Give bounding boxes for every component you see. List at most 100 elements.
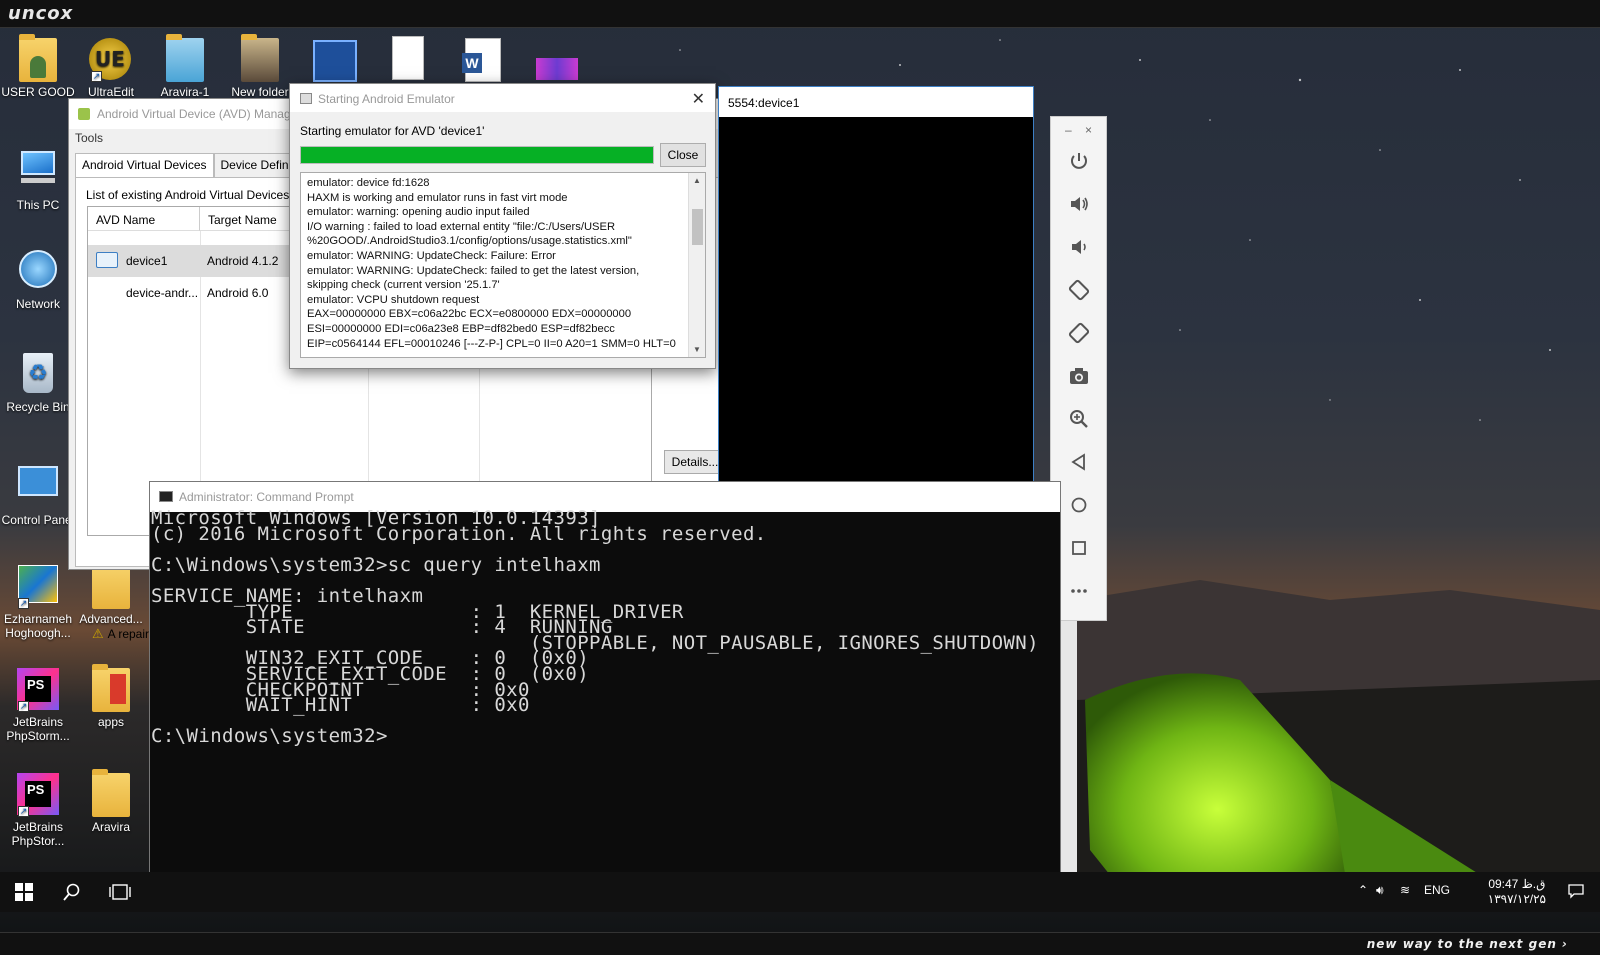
- desktop-icon-ultraedit[interactable]: UE ↗ UltraEdit: [73, 38, 149, 99]
- log-line: ESI=00000000 EDI=c06a23e8 EBP=df82bed0 E…: [307, 322, 615, 335]
- desktop-icon-apps[interactable]: apps: [73, 664, 149, 729]
- emulator-titlebar[interactable]: 5554:device1: [719, 87, 1033, 117]
- speaker-icon[interactable]: 🔊︎: [1376, 883, 1384, 898]
- log-line: emulator: VCPU shutdown request: [307, 293, 480, 306]
- log-line: EIP=c0564144 EFL=00010246 [---Z-P-] CPL=…: [307, 337, 676, 350]
- start-dialog-title: Starting Android Emulator: [318, 92, 455, 106]
- clock[interactable]: 09:47 ق.ظ ۱۳۹۷/۱۲/۲۵: [1488, 877, 1546, 907]
- volume-down-icon[interactable]: [1065, 233, 1093, 261]
- task-view-icon[interactable]: [96, 872, 144, 912]
- rotate-left-icon[interactable]: [1065, 276, 1093, 304]
- log-line: %20GOOD/.AndroidStudio3.1/config/options…: [307, 235, 632, 248]
- notification-icon[interactable]: [1568, 883, 1584, 902]
- command-prompt-window[interactable]: Administrator: Command Prompt Microsoft …: [149, 481, 1061, 911]
- language-indicator[interactable]: ENG: [1424, 883, 1450, 897]
- close-button[interactable]: Close: [660, 143, 706, 167]
- desktop-icon-new-folder[interactable]: New folder: [222, 34, 298, 99]
- back-icon[interactable]: [1065, 448, 1093, 476]
- desktop-icon-label: Aravira: [91, 820, 130, 834]
- more-icon[interactable]: [1065, 577, 1093, 605]
- log-line: EAX=00000000 EBX=c06a22bc ECX=e0800000 E…: [307, 308, 632, 321]
- clock-date: ۱۳۹۷/۱۲/۲۵: [1487, 892, 1546, 906]
- desktop-icon-film-app[interactable]: [313, 40, 357, 82]
- desktop-icon-app-bundle[interactable]: [536, 58, 578, 80]
- folder-icon: [89, 561, 133, 609]
- desktop-icon-label: USER GOOD: [1, 85, 75, 99]
- avd-title: Android Virtual Device (AVD) Manager: [97, 107, 302, 121]
- scroll-down-icon[interactable]: ▼: [693, 345, 701, 354]
- scroll-up-icon[interactable]: ▲: [693, 176, 701, 185]
- column-avd-name[interactable]: AVD Name: [88, 207, 200, 231]
- desktop-icon-aravira-1[interactable]: Aravira-1: [147, 34, 223, 99]
- desktop-icon-user-good[interactable]: USER GOOD: [0, 34, 76, 99]
- emulator-side-strip: [1061, 621, 1077, 911]
- desktop-icon-this-pc[interactable]: This PC: [0, 145, 76, 212]
- close-icon[interactable]: ×: [1085, 123, 1092, 137]
- log-line: skipping check (current version '25.1.7': [307, 279, 500, 292]
- cmd-line: (c) 2016 Microsoft Corporation. All righ…: [151, 522, 767, 545]
- close-icon[interactable]: ✕: [692, 89, 705, 109]
- chevron-up-icon[interactable]: ⌃: [1358, 883, 1368, 897]
- ultraedit-icon: UE ↗: [89, 38, 133, 82]
- log-scrollbar[interactable]: ▲ ▼: [688, 173, 705, 357]
- desktop-icon-advanced[interactable]: Advanced...: [73, 561, 149, 626]
- avd-name-cell: device-andr...: [126, 286, 199, 300]
- log-line: emulator: warning: opening audio input f…: [307, 206, 530, 219]
- cmd-line: C:\Windows\system32>: [151, 725, 388, 748]
- zoom-icon[interactable]: [1065, 405, 1093, 433]
- starting-emulator-dialog[interactable]: Starting Android Emulator ✕ Starting emu…: [289, 83, 716, 369]
- wifi-icon[interactable]: ≋: [1400, 883, 1410, 897]
- phpstorm-icon: PS ↗: [16, 668, 60, 712]
- log-line: emulator: WARNING: UpdateCheck: failed t…: [307, 264, 640, 277]
- cmd-output[interactable]: Microsoft Windows [Version 10.0.14393] (c…: [151, 509, 1059, 748]
- windows-start-icon[interactable]: [0, 872, 48, 912]
- details-button[interactable]: Details...: [664, 450, 726, 474]
- power-icon[interactable]: [1065, 147, 1093, 175]
- search-icon[interactable]: [48, 872, 96, 912]
- scroll-thumb[interactable]: [692, 209, 703, 245]
- overview-icon[interactable]: [1065, 534, 1093, 562]
- clock-time: 09:47 ق.ظ: [1488, 877, 1546, 891]
- desktop-icon-aravira[interactable]: Aravira: [73, 769, 149, 834]
- desktop-icon-label: Advanced...: [79, 612, 143, 626]
- log-line: emulator: device fd:1628: [307, 177, 430, 189]
- desktop-icon-label: Control Panel: [1, 513, 75, 527]
- home-icon[interactable]: [1065, 491, 1093, 519]
- desktop-icon-phpstorm-1[interactable]: PS ↗ JetBrains PhpStorm...: [0, 668, 76, 743]
- user-folder-icon: [16, 34, 60, 82]
- computer-icon: [16, 151, 60, 195]
- tab-android-virtual-devices[interactable]: Android Virtual Devices: [75, 153, 214, 177]
- control-panel-icon: [16, 466, 60, 510]
- desktop-icon-word-document[interactable]: W: [462, 38, 501, 82]
- folder-icon: [238, 34, 282, 82]
- brand-footer: new way to the next gen ›: [0, 932, 1600, 955]
- desktop-icon-label: JetBrains PhpStor...: [11, 820, 65, 848]
- minimize-icon[interactable]: –: [1065, 123, 1072, 137]
- desktop-icon-document[interactable]: [392, 36, 424, 80]
- window-icon: [300, 93, 312, 104]
- target-name-cell: Android 4.1.2: [207, 254, 279, 268]
- volume-up-icon[interactable]: [1065, 190, 1093, 218]
- camera-icon[interactable]: [1065, 362, 1093, 390]
- cmd-line: C:\Windows\system32>sc query intelhaxm: [151, 553, 601, 576]
- network-icon: [16, 250, 60, 294]
- log-line: emulator: WARNING: UpdateCheck: Failure:…: [307, 249, 556, 262]
- desktop-icon-control-panel[interactable]: Control Panel: [0, 460, 76, 527]
- avd-tabs: Android Virtual Devices Device Definition…: [75, 153, 324, 177]
- desktop-icon-label: New folder: [231, 85, 289, 99]
- desktop-icon-phpstorm-2[interactable]: PS ↗ JetBrains PhpStor...: [0, 773, 76, 848]
- brand-bar: uncox: [0, 0, 1600, 28]
- emulator-log[interactable]: emulator: device fd:1628 HAXM is working …: [300, 172, 706, 358]
- desktop-icon-label: Aravira-1: [160, 85, 210, 99]
- warning-icon: ⚠: [92, 626, 104, 641]
- cmd-title: Administrator: Command Prompt: [179, 490, 354, 504]
- desktop-icon-network[interactable]: Network: [0, 250, 76, 311]
- desktop-icon-recycle-bin[interactable]: ♻ Recycle Bin: [0, 353, 76, 414]
- desktop-icon-ezharnameh[interactable]: ↗ Ezharnameh Hoghoogh...: [0, 565, 76, 640]
- start-dialog-titlebar[interactable]: Starting Android Emulator ✕: [290, 84, 715, 112]
- rotate-right-icon[interactable]: [1065, 319, 1093, 347]
- progress-fill: [301, 147, 653, 163]
- android-icon: [78, 108, 90, 120]
- system-tray: ⌃ 🔊︎ ≋ ENG 09:47 ق.ظ ۱۳۹۷/۱۲/۲۵: [1340, 872, 1600, 912]
- brand-tagline: new way to the next gen ›: [1366, 937, 1568, 951]
